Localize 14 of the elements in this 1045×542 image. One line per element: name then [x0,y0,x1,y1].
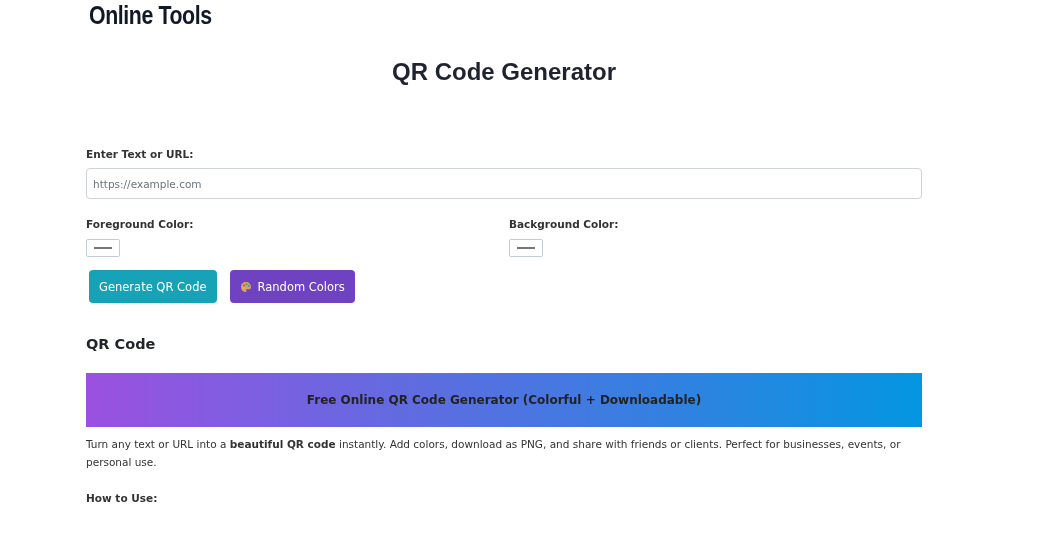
page-title: QR Code Generator [391,58,616,86]
palette-icon [239,280,252,293]
color-picker[interactable] [86,239,120,257]
url-input-field[interactable]: https://example.com [86,168,922,199]
color-label: Background Color: [509,218,619,230]
field-label: Enter Text or URL: [86,148,194,160]
banner-title: Free Online QR Code Generator (Colorful + Downloadable) [306,393,702,407]
random-colors-button[interactable]: Random Colors [229,270,355,303]
section-heading: QR Code [86,336,156,352]
site-logo[interactable]: Online Tools [89,0,212,30]
description-text: Turn any text or URL into a beautiful QR code instantly. Add colors, download as PNG, and share with friends or clients. Perfect for businesses, events, or personal use. [86,437,902,470]
color-label: Foreground Color: [86,218,194,230]
color-picker[interactable] [509,239,543,257]
how-to-heading: How to Use: [86,492,158,504]
